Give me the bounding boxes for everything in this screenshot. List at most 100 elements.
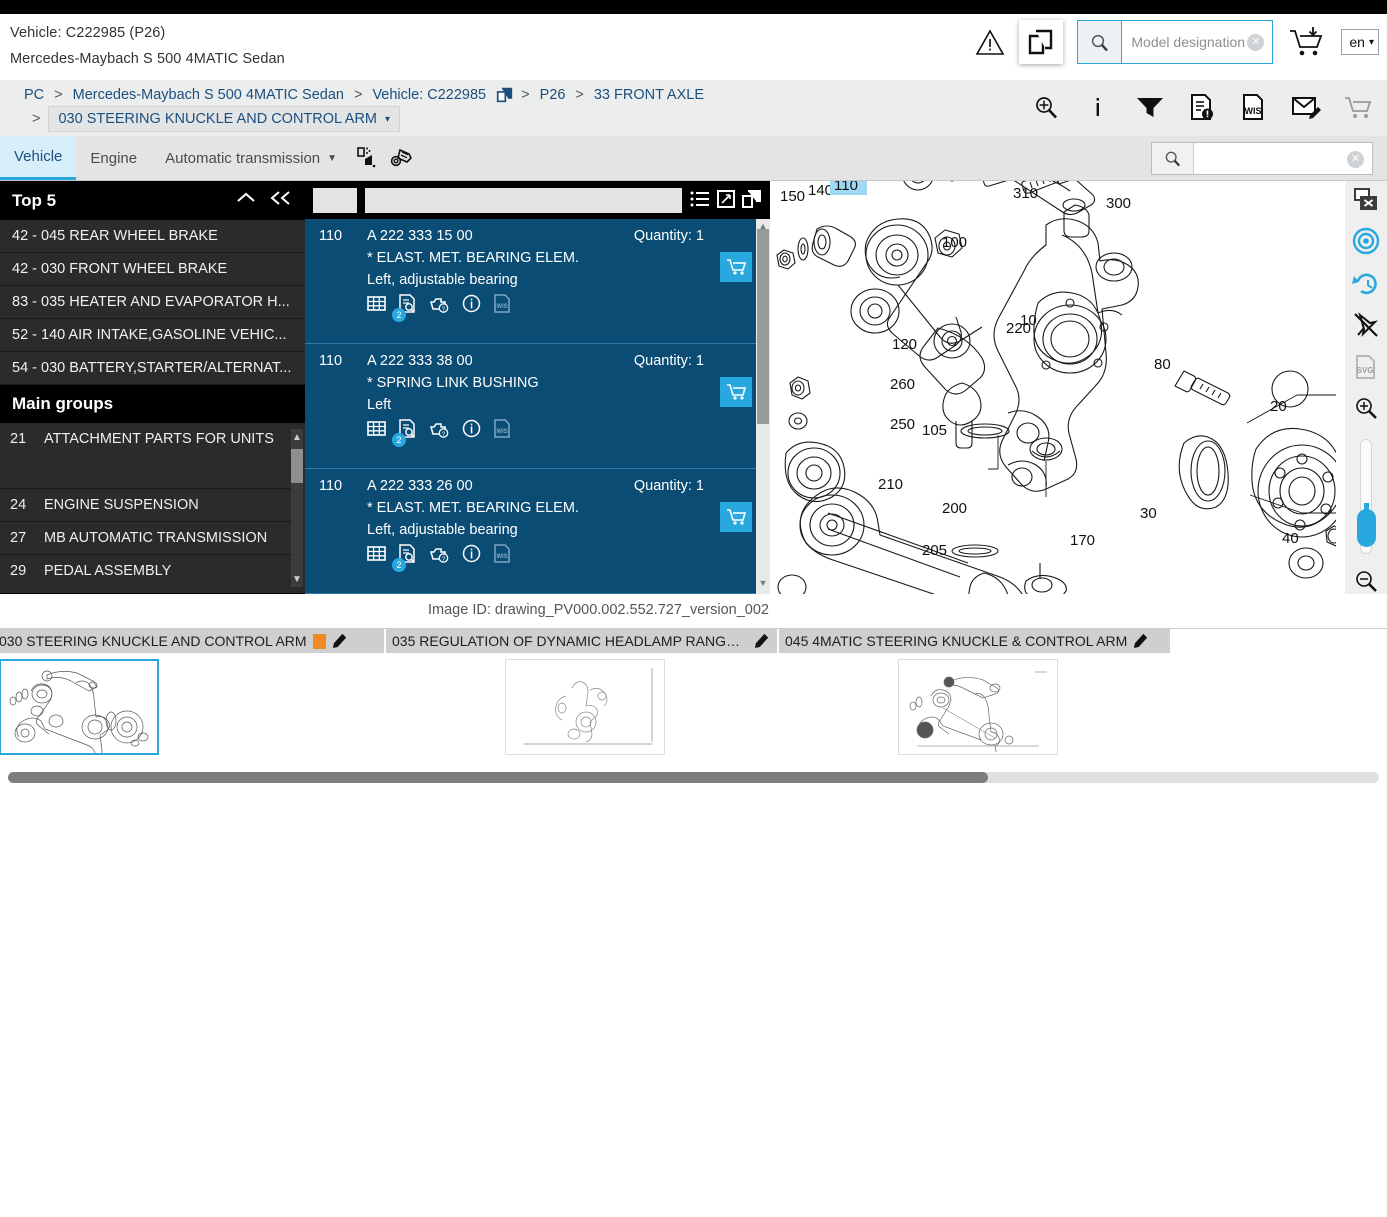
- scrollbar-thumb[interactable]: [8, 772, 989, 783]
- svg-export-icon[interactable]: SVG: [1351, 353, 1381, 381]
- copy-icon[interactable]: [492, 86, 517, 103]
- add-part-to-cart-button[interactable]: [720, 502, 752, 532]
- tab-vehicle[interactable]: Vehicle: [0, 136, 77, 180]
- breadcrumb-item-model[interactable]: Mercedes-Maybach S 500 4MATIC Sedan: [67, 87, 350, 103]
- breadcrumb-item-p26[interactable]: P26: [534, 87, 572, 103]
- target-icon[interactable]: [1351, 227, 1381, 255]
- filter-icon[interactable]: [1135, 92, 1165, 122]
- tab-automatic-transmission[interactable]: Automatic transmission ▼: [151, 136, 351, 180]
- paint-spray-icon[interactable]: [351, 136, 385, 180]
- part-row-1[interactable]: 110 A 222 333 38 00 Quantity: 1 * SPRING…: [305, 344, 770, 469]
- copy-icon[interactable]: [1019, 20, 1064, 64]
- thumbnail-item-1[interactable]: 035 REGULATION OF DYNAMIC HEADLAMP RANGE…: [386, 629, 779, 768]
- wis-icon[interactable]: WIS: [493, 544, 512, 566]
- parts-header-field-1[interactable]: [313, 187, 357, 213]
- scrollbar-track[interactable]: [8, 772, 1379, 783]
- top5-item-4[interactable]: 54 - 030 BATTERY,STARTER/ALTERNAT...: [0, 352, 305, 385]
- email-edit-icon[interactable]: [1291, 92, 1321, 122]
- breadcrumb-item-pc[interactable]: PC: [18, 87, 50, 103]
- thumbnail-scrollbar[interactable]: [0, 768, 1387, 786]
- zoom-out-icon[interactable]: [1351, 568, 1381, 594]
- close-window-icon[interactable]: [1351, 187, 1381, 213]
- breadcrumb-item-front-axle[interactable]: 33 FRONT AXLE: [588, 87, 710, 103]
- copy-icon[interactable]: [742, 189, 762, 211]
- engine-help-icon[interactable]: ?: [429, 544, 450, 566]
- tab-engine[interactable]: Engine: [76, 136, 151, 180]
- table-icon[interactable]: [367, 294, 386, 316]
- main-group-item-29[interactable]: 29 PEDAL ASSEMBLY: [0, 555, 305, 593]
- expand-icon[interactable]: [717, 189, 735, 211]
- info-circle-icon[interactable]: [462, 419, 481, 441]
- thumbnail-header: 035 REGULATION OF DYNAMIC HEADLAMP RANGE…: [386, 629, 777, 653]
- part-row-2[interactable]: 110 A 222 333 26 00 Quantity: 1 * ELAST.…: [305, 469, 770, 594]
- document-alert-icon[interactable]: [1187, 92, 1217, 122]
- callout-205: 205: [922, 542, 947, 559]
- top5-item-3[interactable]: 52 - 140 AIR INTAKE,GASOLINE VEHIC...: [0, 319, 305, 352]
- document-search-icon[interactable]: 2: [392, 294, 417, 322]
- thumbnail-item-2[interactable]: 045 4MATIC STEERING KNUCKLE & CONTROL AR…: [779, 629, 1172, 768]
- chevron-up-icon[interactable]: [235, 190, 257, 211]
- parts-scroll-thumb[interactable]: [757, 229, 769, 424]
- sidebar-scroll-thumb[interactable]: [291, 449, 303, 483]
- breadcrumb-current-dropdown[interactable]: 030 STEERING KNUCKLE AND CONTROL ARM ▾: [48, 106, 401, 132]
- model-search-input[interactable]: Model designation ✕: [1122, 21, 1272, 63]
- main-group-item-27[interactable]: 27 MB AUTOMATIC TRANSMISSION: [0, 522, 305, 555]
- zoom-slider-handle[interactable]: [1357, 509, 1376, 547]
- edit-icon[interactable]: [754, 631, 771, 651]
- clear-icon[interactable]: ✕: [1247, 33, 1265, 51]
- zoom-slider[interactable]: [1357, 439, 1376, 554]
- table-icon[interactable]: [367, 544, 386, 566]
- top5-item-2[interactable]: 83 - 035 HEATER AND EVAPORATOR H...: [0, 286, 305, 319]
- scroll-up-icon[interactable]: ▲: [291, 429, 303, 445]
- breadcrumb-item-vehicle[interactable]: Vehicle: C222985: [366, 87, 492, 103]
- add-to-cart-icon[interactable]: [1287, 25, 1327, 59]
- scroll-up-icon[interactable]: ▲: [757, 221, 769, 233]
- shopping-cart-icon[interactable]: [1343, 92, 1373, 122]
- wis-icon[interactable]: WIS: [493, 294, 512, 316]
- document-search-icon[interactable]: 2: [392, 419, 417, 447]
- document-search-icon[interactable]: 2: [392, 544, 417, 572]
- collapse-left-icon[interactable]: [269, 190, 293, 211]
- language-selector[interactable]: en ▾: [1341, 29, 1379, 55]
- warning-triangle-icon[interactable]: [975, 27, 1005, 57]
- thumbnail-preview[interactable]: [0, 659, 159, 768]
- add-part-to-cart-button[interactable]: [720, 252, 752, 282]
- wis-document-icon[interactable]: WIS: [1239, 92, 1269, 122]
- thumbnail-preview[interactable]: [504, 659, 665, 755]
- parts-header-field-2[interactable]: [365, 187, 682, 213]
- engine-help-icon[interactable]: ?: [429, 419, 450, 441]
- parts-header-icons: [690, 189, 762, 211]
- search-icon: [1078, 21, 1123, 63]
- zoom-in-icon[interactable]: [1351, 395, 1381, 421]
- info-circle-icon[interactable]: [462, 294, 481, 316]
- parts-search[interactable]: ✕: [1151, 142, 1373, 175]
- add-part-to-cart-button[interactable]: [720, 377, 752, 407]
- clear-icon[interactable]: ✕: [1347, 151, 1364, 168]
- history-undo-icon[interactable]: [1351, 269, 1381, 297]
- main-group-item-24[interactable]: 24 ENGINE SUSPENSION: [0, 489, 305, 522]
- edit-icon[interactable]: [1133, 631, 1150, 651]
- top5-item-0[interactable]: 42 - 045 REAR WHEEL BRAKE: [0, 220, 305, 253]
- top5-title: Top 5: [12, 190, 57, 210]
- scroll-down-icon[interactable]: ▼: [291, 571, 303, 587]
- thumbnail-item-0[interactable]: 030 STEERING KNUCKLE AND CONTROL ARM: [0, 629, 386, 768]
- bolt-nut-icon[interactable]: [385, 136, 419, 180]
- part-row-0[interactable]: 110 A 222 333 15 00 Quantity: 1 * ELAST.…: [305, 219, 770, 344]
- info-icon[interactable]: [1083, 92, 1113, 122]
- edit-icon[interactable]: [332, 631, 349, 651]
- list-view-icon[interactable]: [690, 190, 710, 211]
- main-group-label: MB AUTOMATIC TRANSMISSION: [44, 530, 268, 546]
- wis-icon[interactable]: WIS: [493, 419, 512, 441]
- zoom-search-icon[interactable]: [1031, 92, 1061, 122]
- scroll-down-icon[interactable]: ▼: [757, 578, 769, 590]
- model-search[interactable]: Model designation ✕: [1077, 20, 1274, 64]
- info-circle-icon[interactable]: [462, 544, 481, 566]
- unpin-icon[interactable]: [1351, 311, 1381, 339]
- thumbnail-preview[interactable]: [897, 659, 1058, 757]
- top5-item-1[interactable]: 42 - 030 FRONT WHEEL BRAKE: [0, 253, 305, 286]
- table-icon[interactable]: [367, 419, 386, 441]
- parts-search-input[interactable]: ✕: [1194, 143, 1372, 174]
- technical-drawing[interactable]: 300 130 140 320 150 140 110 310 100 120 …: [770, 181, 1345, 594]
- engine-help-icon[interactable]: ?: [429, 294, 450, 316]
- main-group-item-21[interactable]: 21 ATTACHMENT PARTS FOR UNITS: [0, 423, 305, 489]
